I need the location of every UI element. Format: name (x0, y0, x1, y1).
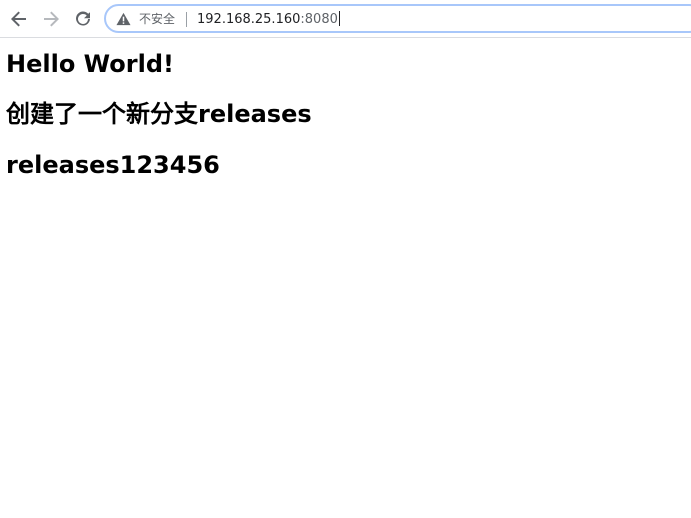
heading-new-branch: 创建了一个新分支releases (6, 100, 312, 128)
omnibox-divider (186, 12, 187, 27)
url-host: 192.168.25.160 (197, 12, 301, 27)
address-bar[interactable]: 不安全 192.168.25.160:8080 (104, 4, 691, 33)
reload-button[interactable] (71, 7, 95, 31)
heading-releases: releases123456 (6, 151, 220, 179)
browser-toolbar: 不安全 192.168.25.160:8080 (0, 0, 691, 38)
forward-arrow-icon (44, 11, 59, 27)
warning-triangle-icon[interactable] (116, 12, 131, 26)
text-caret (338, 11, 340, 26)
url-port: :8080 (300, 12, 338, 27)
heading-hello-world: Hello World! (6, 50, 174, 78)
back-button[interactable] (7, 7, 31, 31)
back-arrow-icon (11, 11, 26, 27)
forward-button[interactable] (39, 7, 63, 31)
url-text[interactable]: 192.168.25.160:8080 (197, 11, 340, 28)
reload-icon (76, 11, 90, 26)
security-status-label[interactable]: 不安全 (139, 11, 175, 27)
